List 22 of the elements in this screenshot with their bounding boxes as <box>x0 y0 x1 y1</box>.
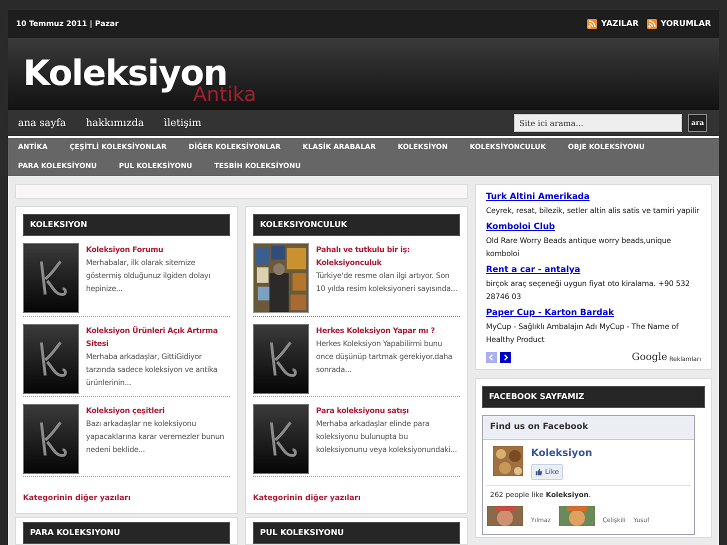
ad-link[interactable]: Paper Cup - Karton Bardak <box>486 307 701 320</box>
ad-link[interactable]: Komboloi Club <box>486 221 701 234</box>
feed-link[interactable]: YAZILAR <box>587 18 639 30</box>
panel-heading: FACEBOOK SAYFAMIZ <box>482 386 705 408</box>
nav-link[interactable]: ìletişim <box>164 116 202 130</box>
nav-link[interactable]: ana sayfa <box>18 116 66 130</box>
next-button[interactable] <box>500 352 511 363</box>
widget-title: Find us on Facebook <box>483 416 694 440</box>
thumbs-up-icon <box>535 468 543 476</box>
feed-link[interactable]: YORUMLAR <box>646 18 711 30</box>
google-logo: Google <box>632 351 668 365</box>
panel-heading: KOLEKSIYON <box>23 214 230 236</box>
rss-icon <box>646 19 657 29</box>
panel-heading: PARA KOLEKSIYONU <box>23 522 230 544</box>
search-field[interactable]: Site ici arama... <box>514 114 682 132</box>
panel-heading: PUL KOLEKSIYONU <box>253 522 460 544</box>
nav-link[interactable]: hakkımızda <box>86 116 144 130</box>
ad-link[interactable]: Rent a car - antalya <box>486 264 701 277</box>
panel-heading: KOLEKSIYONCULUK <box>253 214 460 236</box>
rss-icon <box>587 19 598 29</box>
page-name-link[interactable]: Koleksiyon <box>531 446 592 461</box>
ad-link[interactable]: Turk Altini Amerikada <box>486 191 701 204</box>
